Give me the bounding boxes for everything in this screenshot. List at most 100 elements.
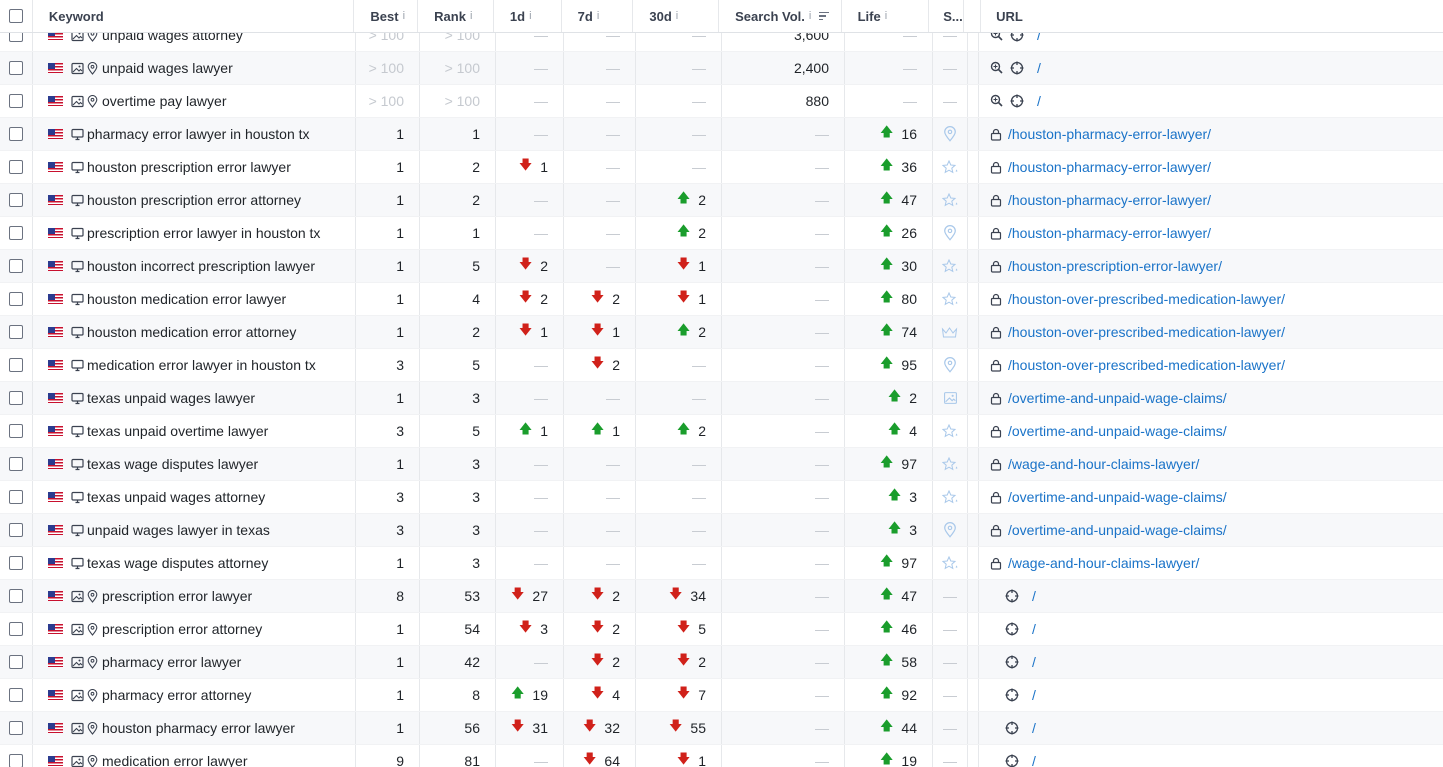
row-checkbox[interactable]: [9, 226, 23, 240]
row-checkbox[interactable]: [9, 424, 23, 438]
url-cell[interactable]: /overtime-and-unpaid-wage-claims/: [979, 514, 1443, 546]
keyword-cell[interactable]: houston medication error lawyer: [33, 283, 356, 315]
serp-feature-cell[interactable]: —: [933, 613, 968, 645]
url-link[interactable]: /houston-pharmacy-error-lawyer/: [1008, 192, 1211, 208]
url-link[interactable]: /houston-over-prescribed-medication-lawy…: [1008, 357, 1285, 373]
table-row[interactable]: texas wage disputes attorney 1 3 — — — — 🡅 97/wa…: [0, 547, 1443, 580]
row-checkbox[interactable]: [9, 688, 23, 702]
row-checkbox[interactable]: [9, 523, 23, 537]
serp-feature-cell[interactable]: [933, 514, 968, 546]
lock-icon[interactable]: [990, 524, 1002, 537]
col-rank[interactable]: Rank i: [418, 0, 494, 32]
url-link[interactable]: /houston-pharmacy-error-lawyer/: [1008, 225, 1211, 241]
col-30d[interactable]: 30d i: [633, 0, 720, 32]
row-checkbox[interactable]: [9, 556, 23, 570]
url-link[interactable]: /: [1032, 654, 1036, 670]
url-cell[interactable]: /: [979, 85, 1443, 117]
serp-feature-cell[interactable]: [933, 250, 968, 282]
serp-feature-cell[interactable]: [933, 349, 968, 381]
url-cell[interactable]: /: [979, 745, 1443, 767]
serp-feature-cell[interactable]: [933, 217, 968, 249]
url-cell[interactable]: /: [979, 52, 1443, 84]
col-7d[interactable]: 7d i: [562, 0, 634, 32]
serp-feature-cell[interactable]: —: [933, 85, 968, 117]
info-icon[interactable]: i: [403, 10, 405, 22]
url-cell[interactable]: /: [979, 613, 1443, 645]
url-link[interactable]: /: [1037, 93, 1041, 109]
row-checkbox[interactable]: [9, 259, 23, 273]
info-icon[interactable]: i: [597, 10, 599, 22]
url-link[interactable]: /: [1037, 60, 1041, 76]
col-search-volume[interactable]: Search Vol. i: [719, 0, 842, 32]
col-life[interactable]: Life i: [842, 0, 930, 32]
url-link[interactable]: /houston-prescription-error-lawyer/: [1008, 258, 1222, 274]
serp-feature-cell[interactable]: —: [933, 712, 968, 744]
keyword-cell[interactable]: overtime pay lawyer: [33, 85, 356, 117]
url-link[interactable]: /houston-over-prescribed-medication-lawy…: [1008, 291, 1285, 307]
serp-feature-cell[interactable]: [933, 283, 968, 315]
row-checkbox[interactable]: [9, 391, 23, 405]
url-cell[interactable]: /houston-pharmacy-error-lawyer/: [979, 217, 1443, 249]
row-checkbox[interactable]: [9, 127, 23, 141]
url-cell[interactable]: /houston-pharmacy-error-lawyer/: [979, 118, 1443, 150]
table-row[interactable]: prescription error lawyer in houston tx 1…: [0, 217, 1443, 250]
url-link[interactable]: /houston-over-prescribed-medication-lawy…: [1008, 324, 1285, 340]
table-row[interactable]: overtime pay lawyer > 100 > 100 — — — 880 — — /: [0, 85, 1443, 118]
keyword-cell[interactable]: houston medication error attorney: [33, 316, 356, 348]
lock-icon[interactable]: [990, 359, 1002, 372]
url-cell[interactable]: /wage-and-hour-claims-lawyer/: [979, 547, 1443, 579]
url-link[interactable]: /overtime-and-unpaid-wage-claims/: [1008, 489, 1227, 505]
table-row[interactable]: houston prescription error attorney 1 2 — — 🡅…: [0, 184, 1443, 217]
row-checkbox[interactable]: [9, 61, 23, 75]
row-checkbox[interactable]: [9, 292, 23, 306]
row-checkbox[interactable]: [9, 94, 23, 108]
info-icon[interactable]: i: [809, 10, 811, 22]
keyword-cell[interactable]: houston incorrect prescription lawyer: [33, 250, 356, 282]
url-cell[interactable]: /houston-over-prescribed-medication-lawy…: [979, 283, 1443, 315]
row-checkbox[interactable]: [9, 655, 23, 669]
info-icon[interactable]: i: [885, 10, 887, 22]
lock-icon[interactable]: [990, 161, 1002, 174]
lock-icon[interactable]: [990, 458, 1002, 471]
keyword-cell[interactable]: pharmacy error attorney: [33, 679, 356, 711]
table-row[interactable]: unpaid wages lawyer in texas 3 3— — — — 🡅 3/ove…: [0, 514, 1443, 547]
keyword-cell[interactable]: texas unpaid wages attorney: [33, 481, 356, 513]
url-link[interactable]: /: [1032, 588, 1036, 604]
url-link[interactable]: /overtime-and-unpaid-wage-claims/: [1008, 522, 1227, 538]
lock-icon[interactable]: [990, 557, 1002, 570]
keyword-cell[interactable]: medication error lawyer: [33, 745, 356, 767]
serp-feature-cell[interactable]: [933, 184, 968, 216]
info-icon[interactable]: i: [470, 10, 472, 22]
url-cell[interactable]: /overtime-and-unpaid-wage-claims/: [979, 382, 1443, 414]
target-icon[interactable]: [1005, 688, 1019, 702]
keyword-cell[interactable]: houston pharmacy error lawyer: [33, 712, 356, 744]
url-link[interactable]: /houston-pharmacy-error-lawyer/: [1008, 159, 1211, 175]
lock-icon[interactable]: [990, 293, 1002, 306]
url-cell[interactable]: /overtime-and-unpaid-wage-claims/: [979, 481, 1443, 513]
url-cell[interactable]: /overtime-and-unpaid-wage-claims/: [979, 415, 1443, 447]
lock-icon[interactable]: [990, 491, 1002, 504]
lock-icon[interactable]: [990, 425, 1002, 438]
table-row[interactable]: unpaid wages lawyer > 100 > 100 — — — 2,400 — — /: [0, 52, 1443, 85]
table-row[interactable]: medication error lawyer in houston tx 3 5 —…: [0, 349, 1443, 382]
table-row[interactable]: houston incorrect prescription lawyer 1 5 🡇…: [0, 250, 1443, 283]
url-cell[interactable]: /houston-over-prescribed-medication-lawy…: [979, 316, 1443, 348]
keyword-cell[interactable]: prescription error attorney: [33, 613, 356, 645]
row-checkbox[interactable]: [9, 721, 23, 735]
serp-feature-cell[interactable]: —: [933, 580, 968, 612]
keyword-cell[interactable]: pharmacy error lawyer: [33, 646, 356, 678]
serp-feature-cell[interactable]: —: [933, 52, 968, 84]
keyword-cell[interactable]: unpaid wages lawyer in texas: [33, 514, 356, 546]
table-row[interactable]: texas unpaid overtime lawyer 3 5 🡅 1 🡅 1 🡅 2— 🡅 4/…: [0, 415, 1443, 448]
target-icon[interactable]: [1005, 589, 1019, 603]
lock-icon[interactable]: [990, 227, 1002, 240]
target-icon[interactable]: [1005, 622, 1019, 636]
table-row[interactable]: pharmacy error attorney 1 8 🡅 19 🡇 4 🡇 7— 🡅 92— /: [0, 679, 1443, 712]
serp-feature-cell[interactable]: [933, 415, 968, 447]
keyword-cell[interactable]: pharmacy error lawyer in houston tx: [33, 118, 356, 150]
url-link[interactable]: /: [1032, 753, 1036, 767]
serp-feature-cell[interactable]: —: [933, 679, 968, 711]
url-cell[interactable]: /: [979, 712, 1443, 744]
url-link[interactable]: /houston-pharmacy-error-lawyer/: [1008, 126, 1211, 142]
info-icon[interactable]: i: [676, 10, 678, 22]
